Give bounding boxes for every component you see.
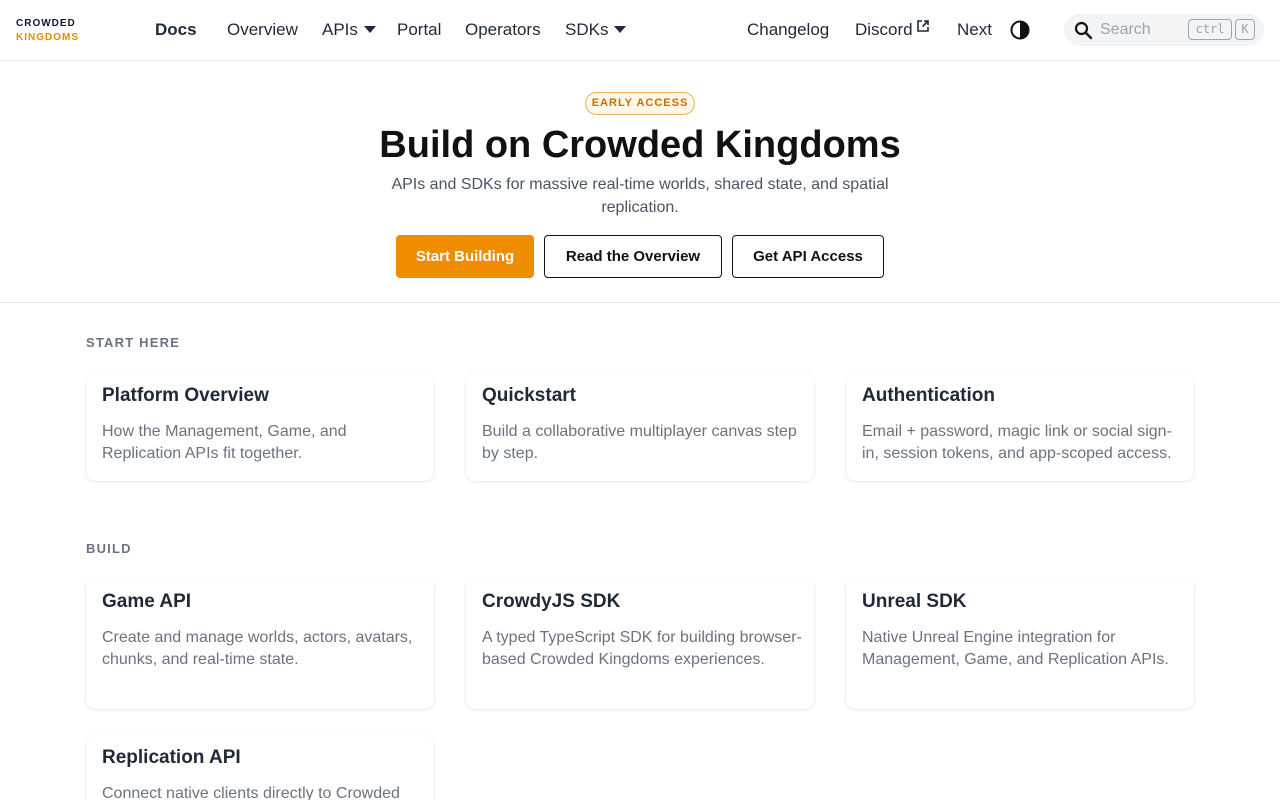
nav-apis-dropdown[interactable]: APIs [322,19,376,41]
card-title: Game API [102,591,192,612]
card-authentication[interactable]: Authentication Email + password, magic l… [846,373,1194,481]
section-label-build: BUILD [86,541,132,556]
theme-toggle-icon[interactable] [1009,19,1031,41]
card-crowdyjs-sdk[interactable]: CrowdyJS SDK A typed TypeScript SDK for … [466,579,814,709]
shortcut-key-k: K [1235,19,1255,40]
chevron-down-icon [614,26,627,33]
nav-discord-label: Discord [855,20,913,39]
card-description: How the Management, Game, and Replicatio… [102,423,347,462]
nav-discord[interactable]: Discord [855,19,929,41]
get-api-access-button[interactable]: Get API Access [732,235,884,278]
card-quickstart[interactable]: Quickstart Build a collaborative multipl… [466,373,814,481]
card-game-api[interactable]: Game API Create and manage worlds, actor… [86,579,434,709]
search-icon [1074,21,1093,40]
nav-apis-label: APIs [322,20,358,39]
logo-line-1: CROWDED [16,18,76,29]
nav-portal[interactable]: Portal [397,19,441,41]
hero-subtitle: APIs and SDKs for massive real-time worl… [391,176,889,216]
nav-operators[interactable]: Operators [465,19,541,41]
card-title: Replication API [102,747,241,768]
search-input[interactable]: Search ctrl K [1064,14,1264,46]
card-platform-overview[interactable]: Platform Overview How the Management, Ga… [86,373,434,481]
card-description: Create and manage worlds, actors, avatar… [102,629,413,668]
card-description: Connect native clients directly to Crowd… [102,785,400,800]
nav-sdks-label: SDKs [565,20,609,39]
card-title: Platform Overview [102,385,269,406]
read-overview-button[interactable]: Read the Overview [544,235,722,278]
nav-changelog[interactable]: Changelog [747,19,829,41]
card-unreal-sdk[interactable]: Unreal SDK Native Unreal Engine integrat… [846,579,1194,709]
start-building-button[interactable]: Start Building [396,235,534,278]
chevron-down-icon [363,26,376,33]
external-link-icon [916,20,929,32]
early-access-badge: EARLY ACCESS [585,92,695,115]
nav-next[interactable]: Next [957,19,992,41]
logo-line-2: KINGDOMS [16,32,79,43]
card-description: A typed TypeScript SDK for building brow… [482,629,802,668]
nav-docs[interactable]: Docs [155,19,197,41]
shortcut-key-ctrl: ctrl [1188,19,1232,40]
card-title: CrowdyJS SDK [482,591,621,612]
site-logo[interactable]: CROWDED KINGDOMS [16,17,79,45]
card-title: Unreal SDK [862,591,967,612]
top-nav: CROWDED KINGDOMS Docs Overview APIs Port… [0,0,1280,61]
card-description: Build a collaborative multiplayer canvas… [482,423,797,462]
section-label-start-here: START HERE [86,335,181,350]
page-title: Build on Crowded Kingdoms [379,124,901,166]
card-title: Quickstart [482,385,576,406]
hero-section: EARLY ACCESS Build on Crowded Kingdoms A… [0,61,1280,303]
card-title: Authentication [862,385,995,406]
nav-overview[interactable]: Overview [227,19,298,41]
search-placeholder: Search [1100,21,1151,38]
card-description: Native Unreal Engine integration for Man… [862,629,1169,668]
nav-sdks-dropdown[interactable]: SDKs [565,19,627,41]
card-replication-api[interactable]: Replication API Connect native clients d… [86,735,434,800]
card-description: Email + password, magic link or social s… [862,423,1172,462]
